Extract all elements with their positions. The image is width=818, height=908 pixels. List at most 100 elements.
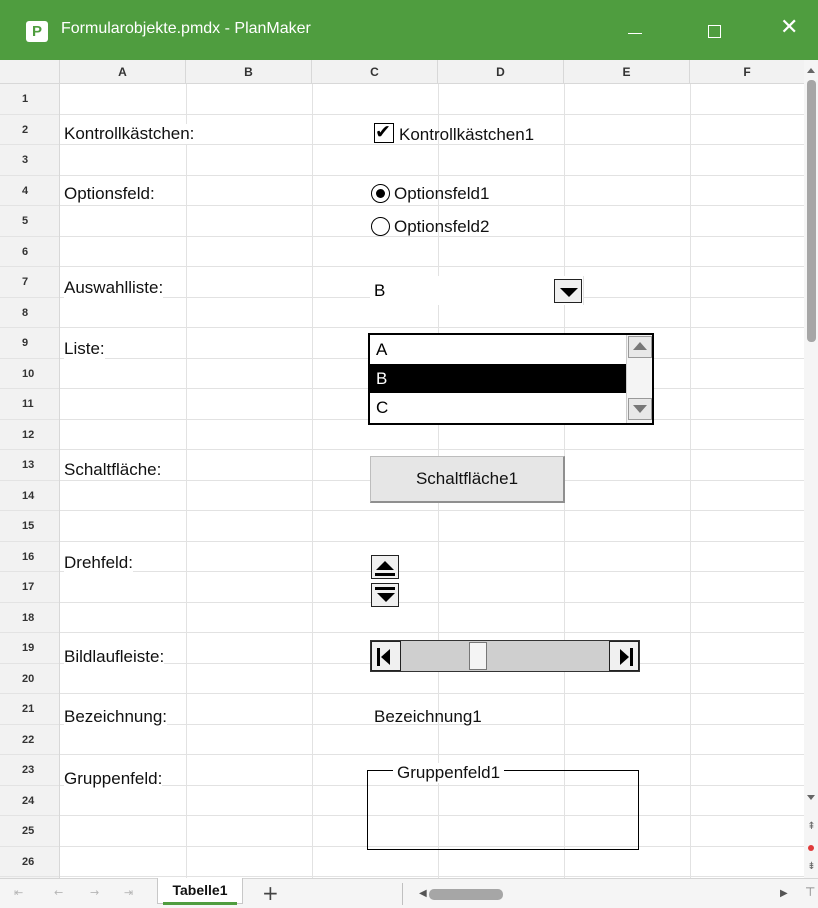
grid-line <box>60 510 804 511</box>
list-scroll-down-button[interactable] <box>628 398 652 420</box>
arrow-down-icon <box>633 405 647 413</box>
horizontal-scroll-left-icon[interactable]: ◀ <box>419 888 427 899</box>
previous-sheet-icon[interactable]: ← <box>54 886 63 899</box>
command-button[interactable]: Schaltfläche1 <box>370 456 565 503</box>
row-header-11[interactable]: 11 <box>0 389 59 420</box>
combo-box[interactable]: B <box>370 276 584 305</box>
list-scroll-up-button[interactable] <box>628 336 652 358</box>
grid-line <box>60 693 804 694</box>
split-up-icon[interactable]: ⇞ <box>806 820 817 834</box>
row-header-26[interactable]: 26 <box>0 847 59 877</box>
grid-line <box>60 876 804 877</box>
row-header-18[interactable]: 18 <box>0 603 59 633</box>
column-header-d[interactable]: D <box>438 60 564 84</box>
row-header-9[interactable]: 9 <box>0 328 59 359</box>
scroll-thumb[interactable] <box>469 642 488 670</box>
grid-line <box>60 113 804 115</box>
checkbox-label[interactable]: Kontrollkästchen1 <box>399 125 534 145</box>
scroll-up-icon[interactable] <box>807 68 815 73</box>
arrow-up-icon <box>376 561 394 570</box>
group-box-title: Gruppenfeld1 <box>393 763 505 783</box>
scroll-right-button[interactable] <box>609 641 639 671</box>
sheet-tab-bar: ⇤ ← → ⇥ Tabelle1 + ◀ ▶ ⊤ <box>0 878 818 908</box>
list-scrollbar[interactable] <box>626 335 652 423</box>
combo-dropdown-button[interactable] <box>554 279 582 303</box>
row-header-7[interactable]: 7 <box>0 267 59 298</box>
tab-bar-divider[interactable] <box>402 883 403 905</box>
list-box[interactable]: A B C <box>368 333 654 425</box>
chevron-down-icon <box>560 288 578 297</box>
minimize-button[interactable] <box>606 0 662 60</box>
grid-line <box>60 601 804 603</box>
last-sheet-icon[interactable]: ⇥ <box>124 886 133 899</box>
record-dot-icon[interactable] <box>808 845 814 851</box>
option-button-1[interactable] <box>371 184 390 203</box>
sheet-tab-tabelle1[interactable]: Tabelle1 <box>157 878 243 904</box>
row-header-12[interactable]: 12 <box>0 420 59 450</box>
option-label-2[interactable]: Optionsfeld2 <box>394 217 489 237</box>
maximize-icon <box>708 25 721 38</box>
row-header-1[interactable]: 1 <box>0 84 59 115</box>
row-header-6[interactable]: 6 <box>0 237 59 267</box>
option-label-1[interactable]: Optionsfeld1 <box>394 184 489 204</box>
scroll-left-button[interactable] <box>371 641 401 671</box>
row-header-15[interactable]: 15 <box>0 511 59 542</box>
list-item[interactable]: C <box>370 393 626 422</box>
arrow-left-icon <box>381 649 390 665</box>
add-sheet-icon[interactable]: + <box>262 882 279 904</box>
close-icon: ✕ <box>780 15 799 40</box>
grid-line <box>60 266 804 267</box>
close-button[interactable]: ✕ <box>762 0 818 60</box>
horizontal-scroll-thumb[interactable] <box>429 889 503 900</box>
row-header-22[interactable]: 22 <box>0 725 59 755</box>
list-item[interactable]: A <box>370 335 626 364</box>
row-header-14[interactable]: 14 <box>0 481 59 511</box>
row-header-19[interactable]: 19 <box>0 633 59 664</box>
grid-line <box>690 84 691 878</box>
label-group: Gruppenfeld: <box>64 769 163 789</box>
spin-up-button[interactable] <box>371 555 399 579</box>
split-down-icon[interactable]: ⇟ <box>806 860 817 874</box>
scrollbar-control[interactable] <box>370 640 640 672</box>
row-header-16[interactable]: 16 <box>0 542 59 572</box>
split-corner-icon[interactable]: ⊤ <box>805 885 815 899</box>
first-sheet-icon[interactable]: ⇤ <box>14 886 23 899</box>
row-header-13[interactable]: 13 <box>0 450 59 481</box>
column-header-a[interactable]: A <box>60 60 186 84</box>
active-tab-indicator <box>163 902 237 905</box>
row-header-4[interactable]: 4 <box>0 176 59 206</box>
spin-bar <box>375 587 395 590</box>
row-header-25[interactable]: 25 <box>0 816 59 847</box>
column-header-f[interactable]: F <box>690 60 804 84</box>
row-header-8[interactable]: 8 <box>0 298 59 328</box>
grid-line <box>60 205 804 206</box>
row-header-20[interactable]: 20 <box>0 664 59 694</box>
scroll-down-icon[interactable] <box>807 795 815 800</box>
spin-down-button[interactable] <box>371 583 399 607</box>
row-header-3[interactable]: 3 <box>0 145 59 176</box>
next-sheet-icon[interactable]: → <box>90 886 99 899</box>
column-header-e[interactable]: E <box>564 60 690 84</box>
row-header-24[interactable]: 24 <box>0 786 59 816</box>
checkbox-control[interactable]: ✔ <box>374 121 394 143</box>
column-header-row: A B C D E F <box>0 60 804 84</box>
column-header-c[interactable]: C <box>312 60 438 84</box>
column-header-b[interactable]: B <box>186 60 312 84</box>
vertical-scrollbar[interactable]: ⇞ ⇟ <box>804 60 818 878</box>
row-header-23[interactable]: 23 <box>0 755 59 786</box>
row-header-2[interactable]: 2 <box>0 115 59 145</box>
horizontal-scroll-right-icon[interactable]: ▶ <box>780 888 788 899</box>
option-button-2[interactable] <box>371 217 390 236</box>
row-header-21[interactable]: 21 <box>0 694 59 725</box>
vertical-scroll-thumb[interactable] <box>807 80 816 342</box>
grid-line <box>60 449 804 450</box>
select-all-corner[interactable] <box>0 60 60 84</box>
row-header-10[interactable]: 10 <box>0 359 59 389</box>
static-label-control: Bezeichnung1 <box>374 707 482 726</box>
row-header-17[interactable]: 17 <box>0 572 59 603</box>
row-header-5[interactable]: 5 <box>0 206 59 237</box>
arrow-down-icon <box>377 593 395 602</box>
maximize-button[interactable] <box>686 0 742 60</box>
label-list: Liste: <box>64 339 105 359</box>
list-item-selected[interactable]: B <box>370 364 626 393</box>
